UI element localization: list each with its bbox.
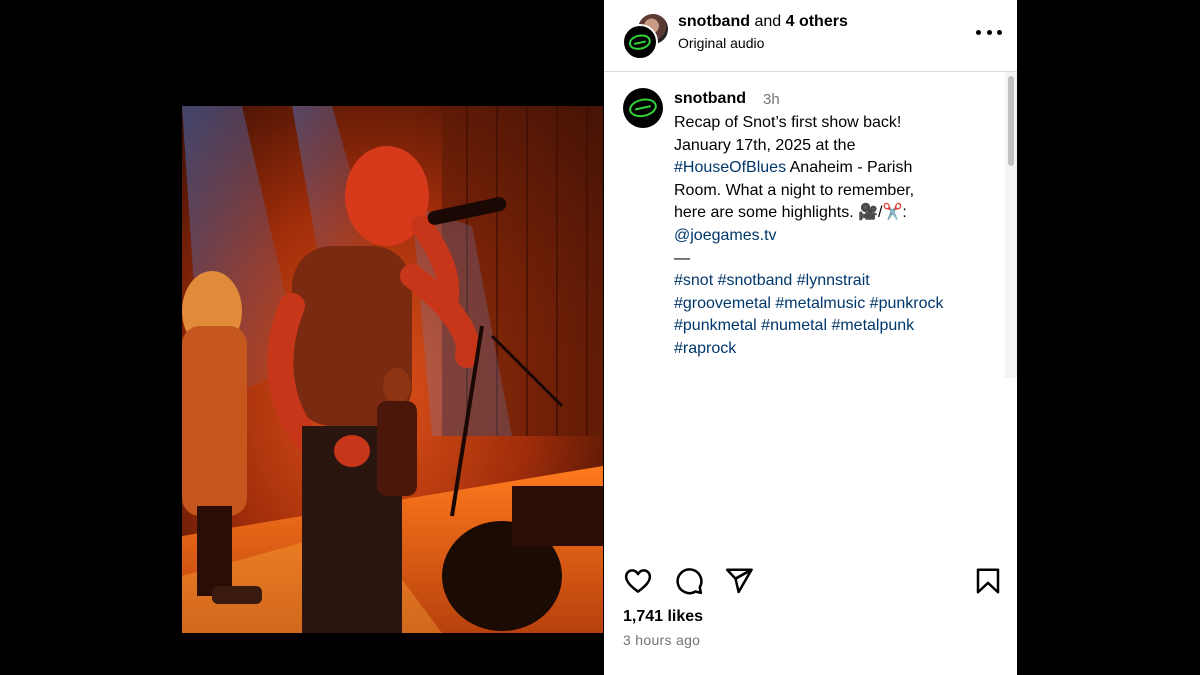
more-horizontal-icon[interactable] bbox=[976, 22, 1002, 42]
more-dot bbox=[997, 29, 1002, 35]
hashtag-link[interactable]: #snot bbox=[674, 272, 713, 289]
hashtag-line: #snot #snotband #lynnstrait bbox=[674, 270, 994, 293]
hashtag-link[interactable]: #raprock bbox=[674, 340, 736, 357]
hashtag-link[interactable]: #HouseOfBlues bbox=[674, 159, 786, 176]
caption-line: January 17th, 2025 at the bbox=[674, 136, 856, 154]
snot-logo-icon bbox=[627, 96, 659, 120]
snot-logo-icon bbox=[627, 32, 653, 52]
caption-text: Recap of Snot’s first show back! January… bbox=[674, 112, 994, 361]
snotband-avatar[interactable] bbox=[622, 24, 658, 60]
hashtag-link[interactable]: #groovemetal bbox=[674, 295, 771, 312]
hashtag-link[interactable]: #punkmetal bbox=[674, 317, 757, 334]
caption-author-avatar[interactable] bbox=[623, 88, 663, 128]
and-text: and bbox=[754, 13, 782, 30]
post-viewer: snotband and 4 others Original audio sno… bbox=[0, 0, 1200, 675]
more-dot bbox=[976, 29, 981, 35]
caption-text-fragment: Anaheim - Parish bbox=[786, 159, 913, 177]
scrollbar-thumb[interactable] bbox=[1008, 76, 1014, 166]
caption-line: @joegames.tv bbox=[674, 225, 994, 248]
hashtag-line: #raprock bbox=[674, 338, 994, 361]
hashtag-link[interactable]: #snotband bbox=[718, 272, 793, 289]
author-link[interactable]: snotband bbox=[678, 13, 750, 30]
hashtag-link[interactable]: #lynnstrait bbox=[797, 272, 870, 289]
hashtag-line: #punkmetal #numetal #metalpunk bbox=[674, 315, 994, 338]
post-time-ago: 3 hours ago bbox=[623, 632, 701, 648]
caption-line: Recap of Snot’s first show back! bbox=[674, 114, 902, 131]
post-header: snotband and 4 others Original audio bbox=[604, 0, 1017, 72]
share-icon[interactable] bbox=[724, 566, 754, 596]
comment-icon[interactable] bbox=[674, 566, 704, 596]
post-video[interactable] bbox=[182, 106, 603, 633]
hashtag-line: #groovemetal #metalmusic #punkrock bbox=[674, 293, 994, 316]
post-authors: snotband and 4 others bbox=[678, 13, 848, 31]
caption-line: #HouseOfBlues Anaheim - Parish bbox=[674, 157, 994, 180]
mention-link[interactable]: @joegames.tv bbox=[674, 227, 777, 244]
original-audio-link[interactable]: Original audio bbox=[678, 35, 764, 51]
more-dot bbox=[986, 29, 992, 35]
caption-scroll-area[interactable]: snotband 3h Recap of Snot’s first show b… bbox=[604, 72, 1017, 548]
likes-count[interactable]: 1,741 likes bbox=[623, 608, 703, 626]
caption-timestamp: 3h bbox=[763, 91, 780, 108]
caption-line: Room. What a night to remember, bbox=[674, 181, 915, 199]
caption-scrollbar[interactable] bbox=[1005, 72, 1017, 378]
action-bar: 1,741 likes 3 hours ago bbox=[604, 548, 1017, 675]
caption-line: — bbox=[674, 249, 690, 267]
caption-line: here are some highlights. 🎥/✂️: bbox=[674, 204, 907, 222]
others-link[interactable]: 4 others bbox=[786, 13, 848, 30]
hashtag-link[interactable]: #punkrock bbox=[870, 295, 944, 312]
caption-author[interactable]: snotband bbox=[674, 90, 746, 108]
bookmark-icon[interactable] bbox=[973, 566, 1003, 596]
collab-avatars[interactable] bbox=[622, 12, 670, 60]
post-details-panel: snotband and 4 others Original audio sno… bbox=[604, 0, 1017, 675]
heart-icon[interactable] bbox=[623, 566, 653, 596]
hashtag-link[interactable]: #numetal bbox=[761, 317, 827, 334]
hashtag-link[interactable]: #metalpunk bbox=[831, 317, 914, 334]
concert-photo bbox=[182, 106, 603, 633]
hashtag-link[interactable]: #metalmusic bbox=[775, 295, 865, 312]
